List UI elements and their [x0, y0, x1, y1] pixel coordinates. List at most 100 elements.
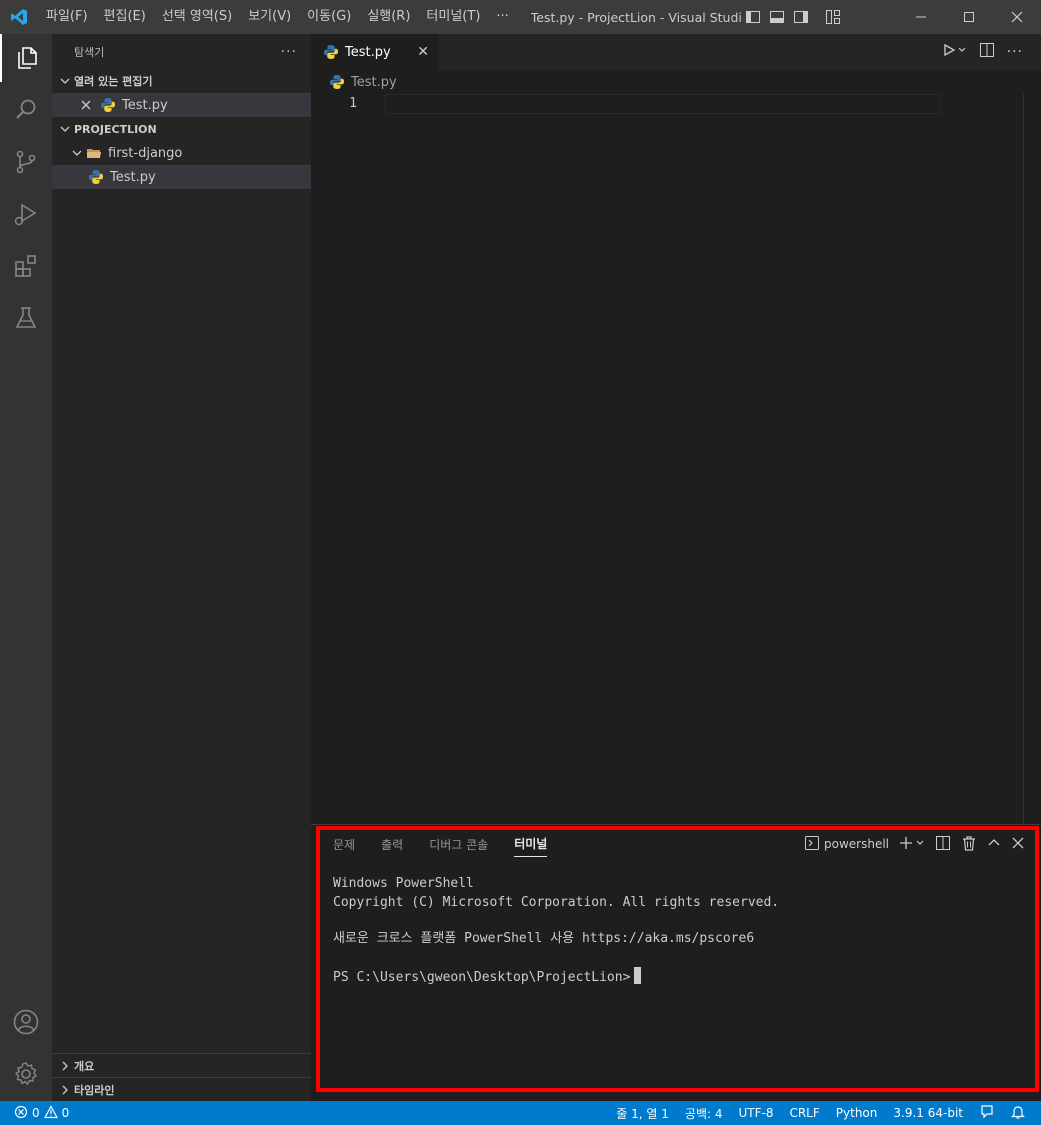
menu-edit[interactable]: 편집(E) [96, 0, 154, 34]
problems-status[interactable]: 0 0 [0, 1104, 70, 1122]
notifications-bell-icon[interactable] [1011, 1104, 1025, 1123]
terminal-line: Copyright (C) Microsoft Corporation. All… [333, 894, 780, 910]
python-interpreter[interactable]: 3.9.1 64-bit [893, 1106, 963, 1120]
tab-test-py[interactable]: Test.py ✕ [311, 34, 439, 70]
folder-item[interactable]: first-django [52, 141, 311, 165]
tab-label: Test.py [345, 44, 391, 60]
explorer-more-actions[interactable]: ··· [281, 44, 297, 60]
more-actions-icon[interactable]: ··· [1007, 44, 1023, 60]
menu-view[interactable]: 보기(V) [240, 0, 299, 34]
open-editors-section[interactable]: 열려 있는 편집기 [52, 69, 311, 93]
python-file-icon [323, 44, 339, 60]
minimize-icon[interactable] [897, 0, 945, 34]
feedback-icon[interactable] [979, 1104, 995, 1123]
cursor-position[interactable]: 줄 1, 열 1 [616, 1105, 669, 1122]
close-editor-icon[interactable] [80, 99, 94, 111]
toggle-secondary-sidebar-icon[interactable] [793, 9, 809, 25]
timeline-section[interactable]: 타임라인 [52, 1077, 311, 1101]
window-title: Test.py - ProjectLion - Visual Studi... [530, 9, 743, 25]
end-of-line[interactable]: CRLF [789, 1106, 819, 1120]
terminal-line: 새로운 크로스 플랫폼 PowerShell 사용 https://aka.ms… [333, 931, 755, 946]
run-debug-icon[interactable] [0, 190, 52, 238]
encoding[interactable]: UTF-8 [738, 1106, 773, 1120]
toggle-sidebar-icon[interactable] [745, 9, 761, 25]
terminal-cursor [634, 966, 642, 984]
run-python-icon[interactable] [943, 43, 967, 61]
warning-count: 0 [61, 1106, 70, 1120]
menu-run[interactable]: 실행(R) [359, 0, 418, 34]
vscode-logo-icon [0, 0, 38, 34]
editor-tab-bar: Test.py ✕ ··· [311, 34, 1041, 70]
file-name: Test.py [110, 169, 156, 185]
warning-icon [43, 1104, 58, 1122]
tab-problems[interactable]: 문제 [333, 832, 355, 857]
terminal-prompt-line: PS C:\Users\gweon\Desktop\ProjectLion> [333, 966, 1041, 988]
split-editor-icon[interactable] [979, 42, 995, 62]
split-terminal-icon[interactable] [935, 835, 951, 854]
file-item[interactable]: Test.py [52, 165, 311, 189]
menu-go[interactable]: 이동(G) [299, 0, 359, 34]
close-window-icon[interactable] [993, 0, 1041, 34]
toggle-panel-icon[interactable] [769, 9, 785, 25]
language-mode[interactable]: Python [836, 1106, 878, 1120]
customize-layout-icon[interactable] [825, 9, 841, 25]
current-line-highlight [385, 94, 941, 114]
minimap-border [1023, 94, 1024, 824]
terminal-panel: 문제 출력 디버그 콘솔 터미널 powershell Windows Powe… [311, 824, 1041, 1101]
python-file-icon [88, 169, 104, 185]
open-editor-filename: Test.py [122, 97, 168, 113]
source-control-icon[interactable] [0, 138, 52, 186]
menu-terminal[interactable]: 터미널(T) [418, 0, 488, 34]
accounts-icon[interactable] [0, 998, 52, 1046]
project-section[interactable]: PROJECTLION [52, 117, 311, 141]
chevron-down-icon [70, 146, 84, 160]
code-editor[interactable]: 1 [311, 94, 1041, 824]
explorer-sidebar: 탐색기 ··· 열려 있는 편집기 Test.py PROJECTLION fi… [52, 34, 311, 1101]
chevron-right-icon [58, 1083, 72, 1097]
new-terminal-icon[interactable] [899, 836, 925, 853]
explorer-icon[interactable] [0, 34, 52, 82]
maximize-icon[interactable] [945, 0, 993, 34]
manage-gear-icon[interactable] [0, 1050, 52, 1098]
extensions-icon[interactable] [0, 242, 52, 290]
chevron-right-icon [58, 1059, 72, 1073]
terminal-prompt: PS C:\Users\gweon\Desktop\ProjectLion> [333, 969, 631, 985]
search-icon[interactable] [0, 86, 52, 134]
python-file-icon [329, 74, 345, 90]
trash-icon[interactable] [961, 835, 977, 854]
chevron-down-icon [58, 74, 72, 88]
menu-file[interactable]: 파일(F) [38, 0, 96, 34]
chevron-down-icon [58, 122, 72, 136]
status-bar: 0 0 줄 1, 열 1 공백: 4 UTF-8 CRLF Python 3.9… [0, 1101, 1041, 1125]
activity-bar [0, 34, 52, 1101]
timeline-label: 타임라인 [74, 1083, 115, 1097]
open-editors-label: 열려 있는 편집기 [74, 75, 153, 88]
shell-name[interactable]: powershell [824, 837, 889, 851]
menu-more[interactable]: ··· [488, 0, 516, 34]
outline-section[interactable]: 개요 [52, 1053, 311, 1077]
tab-output[interactable]: 출력 [381, 832, 403, 857]
tab-debug-console[interactable]: 디버그 콘솔 [429, 832, 488, 857]
menu-selection[interactable]: 선택 영역(S) [154, 0, 240, 34]
terminal-line: Windows PowerShell [333, 876, 474, 891]
close-panel-icon[interactable] [1011, 836, 1025, 853]
indentation[interactable]: 공백: 4 [685, 1105, 723, 1122]
folder-open-icon [86, 145, 102, 161]
outline-label: 개요 [74, 1059, 95, 1073]
open-editor-item[interactable]: Test.py [52, 93, 311, 117]
explorer-title: 탐색기 [74, 45, 105, 59]
menu-bar: 파일(F) 편집(E) 선택 영역(S) 보기(V) 이동(G) 실행(R) 터… [38, 0, 517, 34]
project-label: PROJECTLION [74, 122, 157, 136]
error-count: 0 [32, 1106, 40, 1120]
tab-terminal[interactable]: 터미널 [514, 831, 548, 857]
breadcrumb: Test.py [311, 70, 1041, 94]
error-icon [14, 1105, 28, 1122]
folder-name: first-django [108, 145, 183, 161]
terminal-output[interactable]: Windows PowerShell Copyright (C) Microsof… [311, 863, 1041, 987]
breadcrumb-file[interactable]: Test.py [351, 75, 397, 90]
chevron-up-icon[interactable] [987, 836, 1001, 853]
python-file-icon [100, 97, 116, 113]
testing-flask-icon[interactable] [0, 294, 52, 342]
title-bar: 파일(F) 편집(E) 선택 영역(S) 보기(V) 이동(G) 실행(R) 터… [0, 0, 1041, 34]
close-tab-icon[interactable]: ✕ [417, 44, 429, 60]
